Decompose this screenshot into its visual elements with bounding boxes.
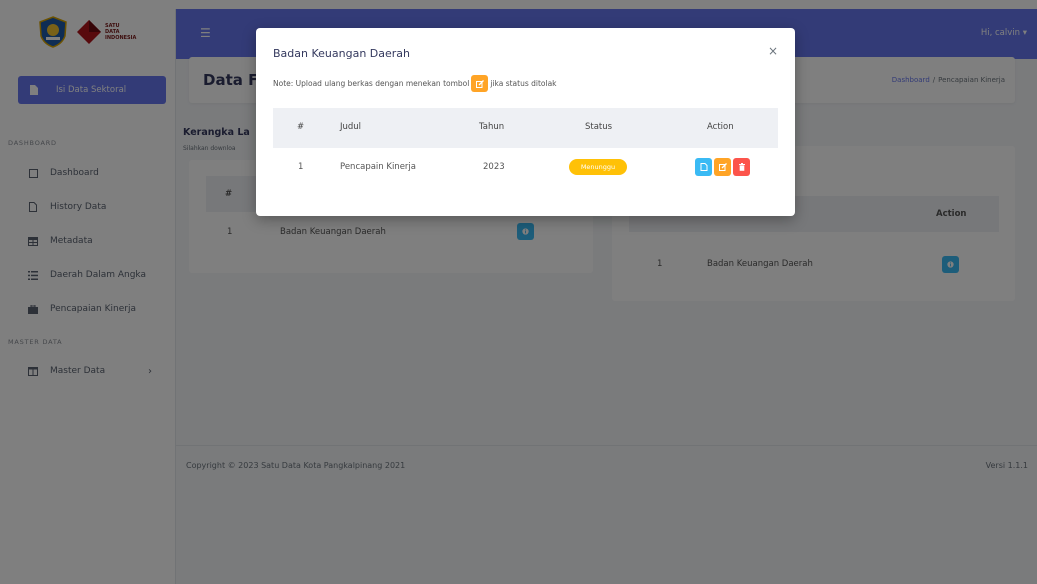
modal-note: Note: Upload ulang berkas dengan menekan… <box>273 75 557 92</box>
modal-dialog: Badan Keuangan Daerah × Note: Upload ula… <box>256 28 795 216</box>
note-text-before: Note: Upload ulang berkas dengan menekan… <box>273 79 470 88</box>
status-badge: Menunggu <box>569 159 627 175</box>
view-file-button[interactable] <box>695 158 712 176</box>
modal-title: Badan Keuangan Daerah <box>273 47 411 60</box>
edit-button-sample <box>471 75 489 92</box>
column-header-status: Status <box>585 122 613 132</box>
trash-icon <box>738 163 745 171</box>
column-header-no: # <box>297 122 305 132</box>
column-header-judul: Judul <box>340 122 362 132</box>
delete-button[interactable] <box>733 158 750 176</box>
note-text-after: jika status ditolak <box>490 79 557 88</box>
edit-icon <box>475 79 484 88</box>
table-cell-tahun: 2023 <box>483 162 505 172</box>
edit-icon <box>718 163 727 171</box>
table-cell-judul: Pencapain Kinerja <box>340 162 416 172</box>
modal-table-header: # Judul Tahun Status Action <box>273 108 778 148</box>
column-header-action: Action <box>707 122 734 132</box>
column-header-tahun: Tahun <box>479 122 505 132</box>
file-icon <box>700 163 707 171</box>
table-cell-no: 1 <box>298 162 304 172</box>
edit-button[interactable] <box>714 158 731 176</box>
close-icon[interactable]: × <box>768 44 778 58</box>
